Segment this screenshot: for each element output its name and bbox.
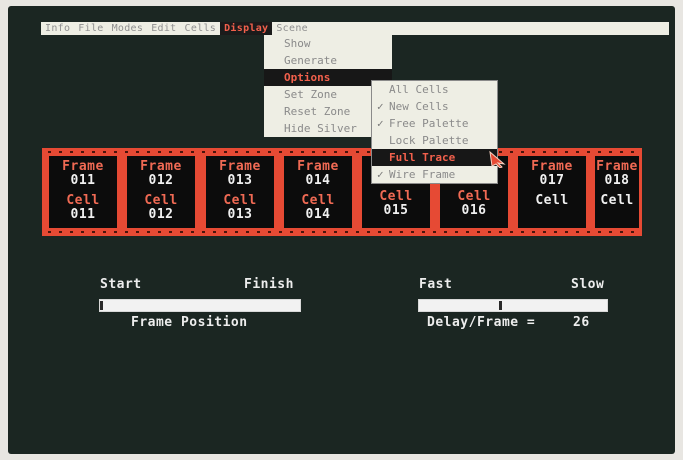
frame-cell-013[interactable]: Frame 013 Cell 013 — [206, 156, 274, 228]
frame-label: Frame — [596, 159, 638, 174]
frame-position-thumb[interactable] — [100, 301, 103, 310]
frame-cell-014[interactable]: Frame 014 Cell 014 — [284, 156, 352, 228]
display-menu-generate[interactable]: Generate — [264, 52, 392, 69]
menu-edit[interactable]: Edit — [147, 22, 180, 35]
option-lock-palette[interactable]: Lock Palette — [372, 132, 497, 149]
option-wire-frame[interactable]: ✓ Wire Frame — [372, 166, 497, 183]
frame-018[interactable]: Frame 018 Cell — [595, 156, 639, 228]
frame-label: Frame — [219, 159, 261, 174]
menu-modes[interactable]: Modes — [108, 22, 148, 35]
frame-017[interactable]: Frame 017 Cell — [518, 156, 586, 228]
menu-file[interactable]: File — [74, 22, 107, 35]
delay-value: 26 — [573, 315, 590, 330]
cell-number: 014 — [305, 207, 331, 222]
menu-bar: Info File Modes Edit Cells Display Scene — [41, 22, 669, 35]
frame-number: 017 — [539, 173, 565, 188]
cell-number: 011 — [70, 207, 96, 222]
delay-slider[interactable] — [418, 299, 608, 312]
frame-number: 013 — [227, 173, 253, 188]
option-free-palette[interactable]: ✓ Free Palette — [372, 115, 497, 132]
delay-slider-thumb[interactable] — [499, 301, 502, 310]
menu-display[interactable]: Display — [220, 22, 273, 35]
frame-label: Frame — [140, 159, 182, 174]
cell-label: Cell — [535, 193, 569, 208]
frame-label: Frame — [62, 159, 104, 174]
menu-info[interactable]: Info — [41, 22, 74, 35]
cell-label: Cell — [223, 193, 257, 208]
frame-label: Frame — [297, 159, 339, 174]
cell-label: Cell — [379, 189, 413, 204]
frame-number: 014 — [305, 173, 331, 188]
options-submenu: All Cells ✓ New Cells ✓ Free Palette Loc… — [371, 80, 498, 184]
frame-cell-012[interactable]: Frame 012 Cell 012 — [127, 156, 195, 228]
menu-scene[interactable]: Scene — [272, 22, 312, 35]
cell-label: Cell — [66, 193, 100, 208]
finish-label: Finish — [244, 277, 294, 292]
cell-label: Cell — [301, 193, 335, 208]
frame-label: Frame — [531, 159, 573, 174]
frame-position-caption: Frame Position — [131, 315, 248, 330]
menu-cells[interactable]: Cells — [181, 22, 221, 35]
cell-label: Cell — [600, 193, 634, 208]
mouse-pointer-icon — [489, 150, 506, 168]
cell-number: 015 — [383, 203, 409, 218]
frame-number: 012 — [148, 173, 174, 188]
cell-number: 013 — [227, 207, 253, 222]
option-full-trace[interactable]: Full Trace — [372, 149, 497, 166]
option-all-cells[interactable]: All Cells — [372, 81, 497, 98]
delay-caption: Delay/Frame = — [427, 315, 536, 330]
screen: Info File Modes Edit Cells Display Scene… — [8, 6, 675, 454]
film-perforations-bottom — [48, 231, 636, 233]
check-icon: ✓ — [377, 168, 384, 181]
frame-number: 018 — [604, 173, 630, 188]
cell-label: Cell — [144, 193, 178, 208]
film-strip: Frame 011 Cell 011 Frame 012 Cell 012 Fr… — [42, 148, 642, 236]
option-new-cells[interactable]: ✓ New Cells — [372, 98, 497, 115]
frame-position-slider[interactable] — [99, 299, 301, 312]
fast-label: Fast — [419, 277, 453, 292]
check-icon: ✓ — [377, 100, 384, 113]
cell-number: 012 — [148, 207, 174, 222]
slow-label: Slow — [571, 277, 605, 292]
display-menu-show[interactable]: Show — [264, 35, 392, 52]
check-icon: ✓ — [377, 117, 384, 130]
film-perforations-top — [48, 151, 636, 153]
cell-label: Cell — [457, 189, 491, 204]
frame-number: 011 — [70, 173, 96, 188]
cell-number: 016 — [461, 203, 487, 218]
frame-cell-011[interactable]: Frame 011 Cell 011 — [49, 156, 117, 228]
start-label: Start — [100, 277, 142, 292]
